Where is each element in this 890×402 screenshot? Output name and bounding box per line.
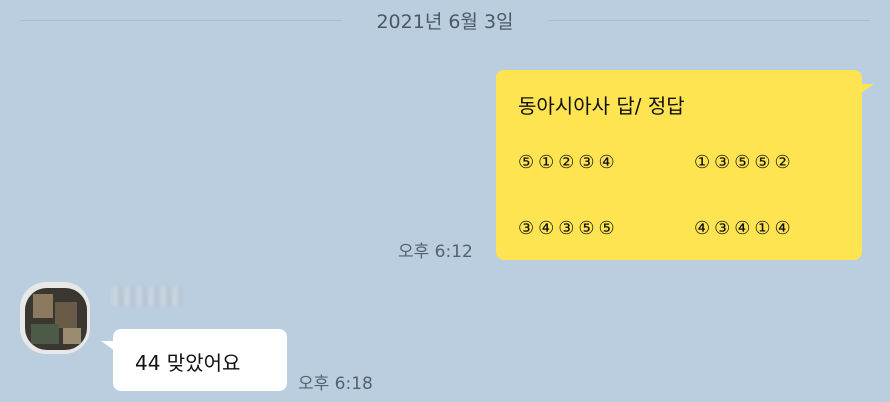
answer-group: ④③④①④	[694, 218, 795, 239]
sender-name-blurred[interactable]	[112, 287, 182, 307]
other-message-time: 오후 6:18	[298, 374, 373, 394]
my-message-time: 오후 6:12	[398, 242, 473, 262]
answer-row: ③④③⑤⑤ ④③④①④	[518, 218, 848, 244]
answer-group: ③④③⑤⑤	[518, 218, 619, 239]
bubble-tail	[101, 341, 115, 351]
avatar[interactable]	[20, 282, 90, 354]
answer-group: ⑤①②③④	[518, 152, 619, 173]
divider-line-right	[548, 20, 870, 21]
my-message-bubble[interactable]: 동아시아사 답/ 정답 ⑤①②③④ ①③⑤⑤② ③④③⑤⑤ ④③④①④	[496, 70, 874, 260]
answer-group: ①③⑤⑤②	[694, 152, 795, 173]
other-message-bubble[interactable]: 44 맞았어요	[101, 329, 287, 391]
answer-row: ⑤①②③④ ①③⑤⑤②	[518, 152, 848, 178]
date-divider: 2021년 6월 3일	[20, 0, 870, 40]
avatar-image	[25, 288, 87, 350]
message-title: 동아시아사 답/ 정답	[518, 94, 685, 118]
bubble-tail	[860, 84, 874, 94]
other-message-text: 44 맞았어요	[135, 351, 241, 375]
